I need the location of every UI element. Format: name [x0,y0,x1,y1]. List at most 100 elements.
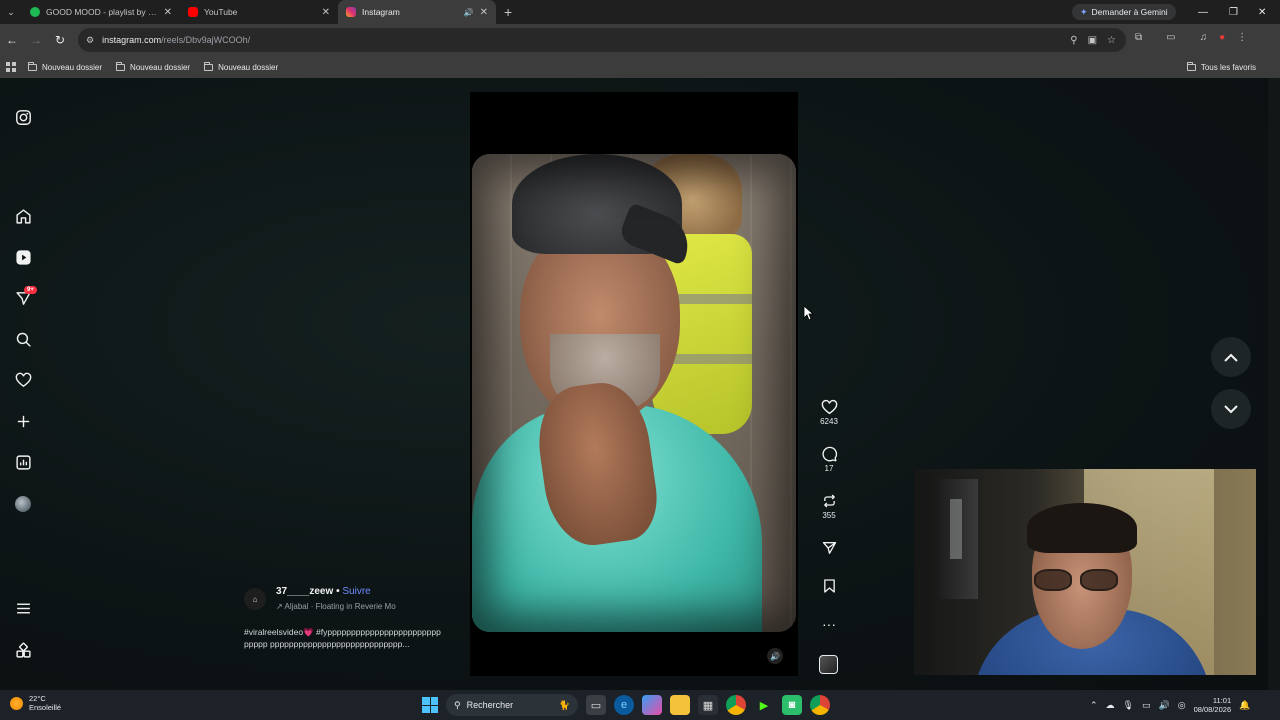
taskbar-search[interactable]: ⚲ Rechercher 🐈 [446,694,578,716]
comment-action[interactable]: 17 [812,446,846,473]
insights-icon[interactable] [14,453,32,471]
chrome-profile-icon[interactable] [810,695,830,715]
tab-instagram[interactable]: Instagram 🔊 ✕ [338,0,496,24]
audio-track[interactable]: ↗ Aljabal · Floating in Reverie Mo [276,602,426,611]
author-username[interactable]: 37____zeew [276,586,333,597]
audio-track-thumbnail[interactable] [819,655,838,674]
close-tab-icon[interactable]: ✕ [164,7,172,18]
screen: ⌄ GOOD MOOD - playlist by Csa ✕ YouTube … [0,0,1280,720]
clock[interactable]: 11:01 08/08/2026 [1194,696,1232,714]
messages-icon[interactable]: 9+ [14,286,37,307]
forward-icon[interactable]: → [24,33,48,47]
notification-bell-icon[interactable]: 🔔 [1239,700,1250,711]
start-windows-icon[interactable] [422,697,438,713]
bookmark-folder[interactable]: Nouveau dossier [28,61,103,72]
instagram-logo-icon[interactable] [14,108,32,126]
profile-avatar[interactable] [14,495,32,513]
notification-badge: 9+ [24,286,37,294]
onedrive-icon[interactable]: ☁ [1106,700,1115,711]
close-tab-icon[interactable]: ✕ [480,7,488,18]
screencast-icon[interactable]: ▣ [1088,35,1097,46]
reel-caption[interactable]: #viralreelsvideo💗 #fyppppppppppppppppppp… [244,626,444,650]
reels-icon[interactable] [14,248,32,266]
bookmark-folder[interactable]: Nouveau dossier [204,61,278,72]
follow-button[interactable]: Suivre [342,586,370,597]
bookmark-label: Nouveau dossier [42,62,103,72]
tab-youtube[interactable]: YouTube ✕ [180,0,338,24]
reload-icon[interactable]: ↻ [48,33,72,47]
browser-toolbar: ← → ↻ ⚙ instagram.com /reels/Dbv9ajWCOOh… [0,24,1280,56]
page-scrollbar[interactable] [1268,78,1280,690]
zoom-icon[interactable]: ⚲ [1070,35,1077,46]
meta-apps-icon[interactable] [14,641,32,659]
audio-track-label: Aljabal · Floating in Reverie Mo [284,602,396,611]
green-app-icon[interactable]: ◙ [782,695,802,715]
back-icon[interactable]: ← [0,33,24,47]
bookmark-label: Nouveau dossier [130,62,191,72]
new-tab-icon[interactable]: + [504,4,512,20]
more-options-icon[interactable]: ··· [812,616,846,632]
play-app-icon[interactable]: ▶ [754,695,774,715]
save-action[interactable] [812,578,846,594]
tab-good-mood[interactable]: GOOD MOOD - playlist by Csa ✕ [22,0,180,24]
bookmarks-bar: Nouveau dossier Nouveau dossier Nouveau … [0,56,1280,78]
network-icon[interactable]: ◎ [1178,700,1186,711]
apps-grid-icon[interactable] [6,62,16,72]
search-icon[interactable] [14,330,32,348]
create-plus-icon[interactable] [14,412,32,430]
address-bar[interactable]: ⚙ instagram.com /reels/Dbv9ajWCOOh/ ⚲ ▣ … [78,28,1126,52]
gemini-button[interactable]: ✦ Demander à Gemini [1072,4,1176,20]
restore-icon[interactable]: ❐ [1229,0,1238,24]
next-reel-button[interactable] [1211,389,1251,429]
notifications-heart-icon[interactable] [14,371,32,389]
task-view-icon[interactable]: ▭ [586,695,606,715]
system-tray: ⌃ ☁ 🎙 ▭ 🔊 ◎ 11:01 08/08/2026 🔔 [1090,690,1250,720]
tab-title: YouTube [204,7,238,17]
like-count: 6243 [820,417,838,426]
volume-icon[interactable]: 🔊 [1159,700,1170,711]
minimize-icon[interactable]: — [1198,0,1208,24]
tab-title: GOOD MOOD - playlist by Csa [46,7,158,17]
like-action[interactable]: 6243 [812,399,846,426]
previous-reel-button[interactable] [1211,337,1251,377]
profile-icon[interactable]: ● [1219,32,1225,43]
time: 11:01 [1212,696,1232,705]
instagram-page: 9+ 🔊 6243 17 355 ··· ⌂ 37____zeew • Suiv… [0,78,1280,690]
author-avatar[interactable]: ⌂ [244,588,266,610]
media-icon[interactable]: ♫ [1200,32,1208,43]
menu-icon[interactable]: ⋮ [1237,32,1247,43]
share-action[interactable] [812,540,846,556]
extensions-icon[interactable]: ⧉ [1135,32,1142,43]
close-tab-icon[interactable]: ✕ [322,7,330,18]
chrome-icon[interactable] [726,695,746,715]
reel-video-player[interactable]: 🔊 [470,92,798,676]
tab-search-chevron-icon[interactable]: ⌄ [0,0,22,24]
spotify-favicon-icon [30,7,40,17]
all-favorites-folder[interactable]: Tous les favoris [1186,56,1256,78]
repost-action[interactable]: 355 [812,493,846,520]
store-icon[interactable]: ▦ [698,695,718,715]
display-icon[interactable]: ▭ [1142,700,1151,711]
microphone-icon[interactable]: 🎙 [1123,700,1134,711]
toolbar-right-icons: ⧉ ▭ ♫ ● ⋮ [1135,32,1247,43]
sidebar-icon[interactable]: ▭ [1166,32,1175,43]
site-info-icon[interactable]: ⚙ [86,35,94,46]
home-icon[interactable] [14,207,32,225]
file-explorer-icon[interactable] [670,695,690,715]
webcam-overlay [914,469,1256,675]
edge-browser-icon[interactable]: e [614,695,634,715]
copilot-icon[interactable] [642,695,662,715]
comment-icon [821,446,837,462]
temperature: 22°C [29,694,46,703]
search-placeholder: Rechercher [466,700,514,710]
tab-audio-icon[interactable]: 🔊 [464,8,474,17]
close-window-icon[interactable]: ✕ [1258,0,1266,24]
more-menu-icon[interactable] [14,599,32,617]
folder-icon [116,61,126,71]
audio-toggle-icon[interactable]: 🔊 [767,648,783,664]
weather-widget[interactable]: 22°C Ensoleillé [10,694,61,712]
bookmark-star-icon[interactable]: ☆ [1107,35,1116,46]
show-hidden-icons[interactable]: ⌃ [1090,700,1098,711]
share-icon [822,542,836,554]
bookmark-folder[interactable]: Nouveau dossier [116,61,191,72]
